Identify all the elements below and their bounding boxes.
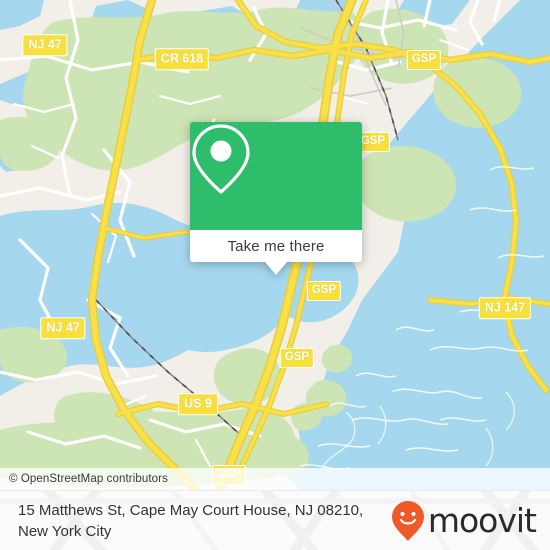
map-screenshot: NJ 47 CR 618 GSP GSP GSP NJ 147 NJ 47 GS… <box>0 0 550 550</box>
map-attribution[interactable]: © OpenStreetMap contributors <box>0 468 550 490</box>
moovit-pin-icon <box>391 501 424 541</box>
map-canvas[interactable]: NJ 47 CR 618 GSP GSP GSP NJ 147 NJ 47 GS… <box>0 0 550 490</box>
map-pin-icon <box>192 124 250 194</box>
road-shield: US 9 <box>178 393 218 415</box>
popup-header <box>190 122 362 230</box>
attribution-text: © OpenStreetMap contributors <box>9 473 168 485</box>
moovit-wordmark: moovit <box>427 500 537 540</box>
address-line-2: New York City <box>18 523 112 540</box>
take-me-there-label: Take me there <box>227 237 325 255</box>
popup-tail <box>265 262 287 275</box>
road-shield: NJ 147 <box>478 297 532 319</box>
road-shield: CR 618 <box>154 48 210 70</box>
road-shield: GSP <box>406 50 442 70</box>
address-block: 15 Matthews St, Cape May Court House, NJ… <box>18 500 363 543</box>
road-shield: GSP <box>306 281 342 301</box>
popup-footer[interactable]: Take me there <box>190 230 362 275</box>
road-shield: NJ 47 <box>22 34 68 56</box>
footer-bar: 15 Matthews St, Cape May Court House, NJ… <box>0 490 550 550</box>
road-shield: GSP <box>279 348 315 368</box>
address-line-1: 15 Matthews St, Cape May Court House, NJ… <box>18 501 364 519</box>
location-popup[interactable]: Take me there <box>190 122 362 275</box>
road-shield: NJ 47 <box>40 317 86 339</box>
moovit-logo[interactable]: moovit <box>391 500 537 542</box>
